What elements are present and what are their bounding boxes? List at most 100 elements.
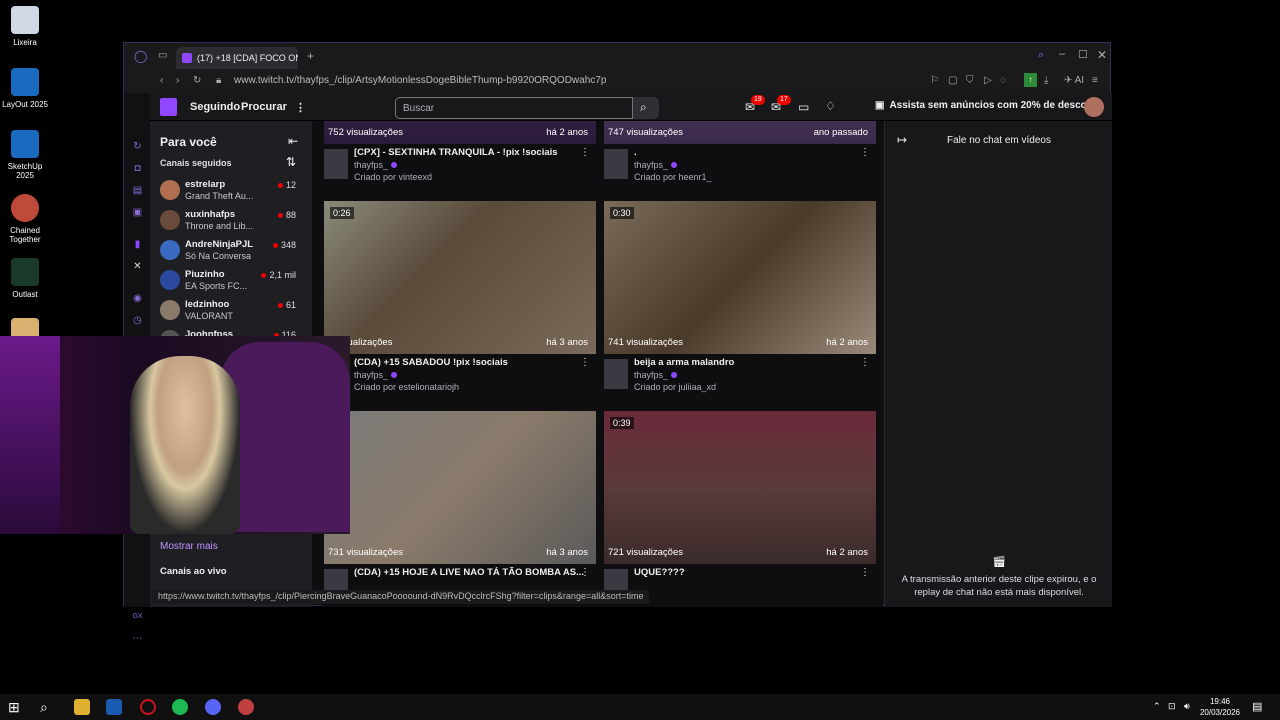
snapshot-icon[interactable]: ▢: [948, 75, 957, 86]
forward-icon[interactable]: ›: [176, 75, 179, 86]
tab-island-icon[interactable]: ▭: [158, 50, 167, 61]
tray-chevron-icon[interactable]: ⌃: [1153, 701, 1161, 712]
clip-more-options-icon[interactable]: ⋮: [860, 147, 870, 158]
clip-more-options-icon[interactable]: ⋮: [580, 357, 590, 368]
browse-link[interactable]: Procurar: [241, 101, 287, 113]
crown-icon[interactable]: ♢: [825, 99, 836, 113]
play-icon[interactable]: ▷: [984, 75, 992, 86]
clip-thumbnail[interactable]: 0:30 741 visualizações há 2 anos: [604, 201, 876, 354]
sidebar-channel-item[interactable]: Piuzinho EA Sports FC... 2,1 mil: [150, 267, 312, 297]
windows-start-icon[interactable]: ⊞: [8, 699, 24, 715]
clip-thumbnail[interactable]: 752 visualizações há 2 anos: [324, 121, 596, 144]
extension-icon[interactable]: ↑: [1024, 73, 1037, 87]
app-a-icon[interactable]: [106, 699, 122, 715]
clip-more-options-icon[interactable]: ⋮: [860, 567, 870, 578]
more-options-icon[interactable]: ⋮: [295, 101, 306, 114]
clip-thumbnail[interactable]: 0:39 721 visualizações há 2 anos: [604, 411, 876, 564]
bag-icon[interactable]: ◘: [132, 163, 143, 174]
sidebar-channel-item[interactable]: xuxinhafps Throne and Lib... 88: [150, 207, 312, 237]
back-icon[interactable]: ‹: [160, 75, 163, 86]
clip-creator[interactable]: Criado por heenr1_: [634, 172, 712, 182]
chrome-like-icon[interactable]: [238, 699, 254, 715]
outlast-shortcut[interactable]: Outlast: [0, 258, 50, 299]
clip-card[interactable]: 752 visualizações há 2 anos [CPX] - SEXTIN…: [324, 121, 596, 190]
layout-shortcut[interactable]: LayOut 2025: [0, 68, 50, 109]
clip-creator[interactable]: Criado por juliiaa_xd: [634, 382, 716, 392]
close-icon[interactable]: ✕: [1097, 48, 1107, 62]
more-icon[interactable]: ⋯: [132, 633, 143, 644]
user-avatar[interactable]: [1084, 97, 1104, 117]
clip-title[interactable]: beija a arma malandro: [634, 357, 864, 368]
wallet-icon[interactable]: ▤: [132, 185, 143, 196]
clip-title[interactable]: UQUE????: [634, 567, 864, 578]
sidebar-channel-item[interactable]: estrelarp Grand Theft Au... 12: [150, 177, 312, 207]
notification-center-icon[interactable]: ▤: [1252, 700, 1262, 713]
reload-sidebar-icon[interactable]: ↻: [132, 141, 143, 152]
sketchup-shortcut[interactable]: SketchUp 2025: [0, 130, 50, 180]
adblock-icon[interactable]: ⛉: [966, 75, 974, 86]
messenger-icon[interactable]: ▣: [132, 207, 143, 218]
tray-volume-icon[interactable]: 🔊︎: [1184, 701, 1190, 712]
clip-title[interactable]: .: [634, 147, 864, 158]
spotify-icon[interactable]: [172, 699, 188, 715]
new-tab-icon[interactable]: +: [307, 49, 314, 63]
gx-icon[interactable]: GX: [132, 611, 143, 622]
recycle-bin-shortcut[interactable]: Lixeira: [0, 6, 50, 47]
clip-card[interactable]: 731 visualizações há 3 anos (CDA) +15 HOJE…: [324, 411, 596, 607]
browser-tab[interactable]: (17) +18 [CDA] FOCO ON: [176, 47, 298, 69]
clip-more-options-icon[interactable]: ⋮: [580, 567, 590, 578]
twitch-logo-icon[interactable]: [160, 98, 177, 116]
clip-channel[interactable]: thayfps_: [354, 370, 398, 380]
file-explorer-icon[interactable]: [74, 699, 90, 715]
clip-more-options-icon[interactable]: ⋮: [580, 147, 590, 158]
minimize-icon[interactable]: –: [1059, 48, 1065, 60]
show-more-link[interactable]: Mostrar mais: [160, 541, 218, 552]
turbo-promo-button[interactable]: ▣ Assista sem anúncios com 20% de descon…: [875, 100, 1102, 111]
sidebar-channel-item[interactable]: ledzinhoo VALORANT 61: [150, 297, 312, 327]
clip-channel-avatar[interactable]: [604, 359, 628, 389]
clip-card[interactable]: 0:39 721 visualizações há 2 anos UQUE???? ⋮: [604, 411, 876, 607]
search-button[interactable]: ⌕: [633, 97, 659, 119]
clip-channel[interactable]: thayfps_: [634, 370, 678, 380]
clip-card[interactable]: 747 visualizações ano passado. thayfps_ Cri…: [604, 121, 876, 190]
clip-thumbnail[interactable]: 731 visualizações há 3 anos: [324, 411, 596, 564]
chained-together-shortcut[interactable]: Chained Together: [0, 194, 50, 244]
clip-title[interactable]: (CDA) +15 HOJE A LIVE NAO TÁ TÃO BOMBA A…: [354, 567, 584, 578]
reload-icon[interactable]: ↻: [193, 75, 201, 86]
clip-more-options-icon[interactable]: ⋮: [860, 357, 870, 368]
search-input[interactable]: Buscar: [395, 97, 633, 119]
clip-card[interactable]: 0:30 741 visualizações há 2 anos beija a ar…: [604, 201, 876, 400]
clip-channel-avatar[interactable]: [604, 149, 628, 179]
maximize-icon[interactable]: ☐: [1078, 48, 1088, 61]
vpn-icon[interactable]: ◌: [1000, 75, 1006, 86]
menu-icon[interactable]: ≡: [1092, 75, 1098, 86]
clip-channel[interactable]: thayfps_: [634, 160, 678, 170]
twitch-sidebar-icon[interactable]: ▮: [132, 239, 143, 250]
download-icon[interactable]: ⤓: [1044, 75, 1048, 86]
clip-creator[interactable]: Criado por vinteexd: [354, 172, 432, 182]
sidebar-channel-item[interactable]: AndreNinjaPJL Só Na Conversa 348: [150, 237, 312, 267]
player-icon[interactable]: ◉: [132, 293, 143, 304]
clip-title[interactable]: (CDA) +15 SABADOU !pix !sociais: [354, 357, 584, 368]
clip-channel[interactable]: thayfps_: [354, 160, 398, 170]
clip-channel-avatar[interactable]: [324, 149, 348, 179]
collapse-sidebar-icon[interactable]: ⇤: [288, 134, 298, 148]
clip-title[interactable]: [CPX] - SEXTINHA TRANQUILA - !pix !socia…: [354, 147, 584, 158]
bookmark-icon[interactable]: ⚐: [930, 75, 939, 86]
url-field[interactable]: www.twitch.tv/thayfps_/clip/ArtsyMotionl…: [234, 75, 606, 86]
following-link[interactable]: Seguindo: [190, 101, 240, 113]
clip-card[interactable]: 0:26 2 visualizações há 3 anos (CDA) +15 SA…: [324, 201, 596, 400]
opera-gx-icon[interactable]: [140, 699, 156, 715]
tray-network-icon[interactable]: ⊡: [1168, 701, 1176, 712]
clip-thumbnail[interactable]: 747 visualizações ano passado: [604, 121, 876, 144]
discord-icon[interactable]: [205, 699, 221, 715]
clip-creator[interactable]: Criado por estelionatariojh: [354, 382, 459, 392]
search-icon[interactable]: ⌕: [40, 699, 56, 715]
opera-logo-icon[interactable]: ◯: [134, 49, 147, 63]
history-icon[interactable]: ◷: [132, 315, 143, 326]
clip-thumbnail[interactable]: 0:26 2 visualizações há 3 anos: [324, 201, 596, 354]
taskbar-clock[interactable]: 19:46 20/03/2026: [1200, 696, 1240, 718]
aria-ai-button[interactable]: ✈ AI: [1064, 75, 1084, 86]
whispers-icon[interactable]: ▭: [798, 100, 809, 114]
sort-icon[interactable]: ⇅: [286, 155, 296, 169]
